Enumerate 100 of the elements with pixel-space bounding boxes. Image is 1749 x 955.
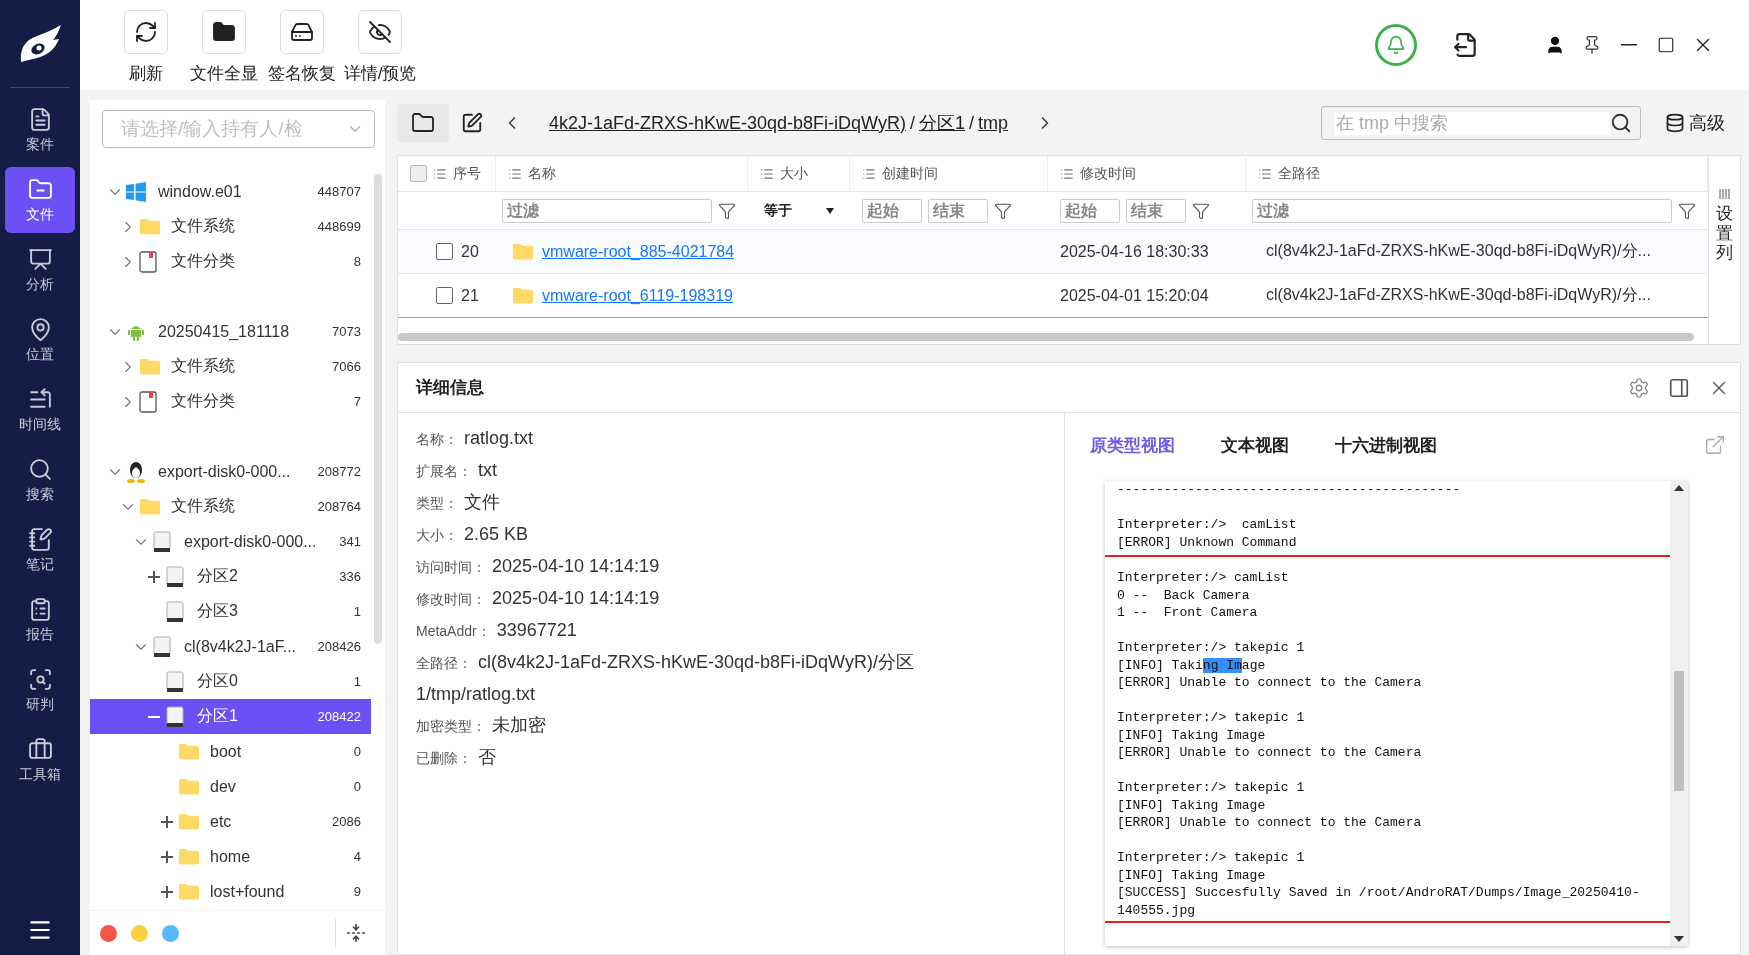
- folder-view-button[interactable]: [397, 104, 449, 142]
- view-tab[interactable]: 文本视图: [1221, 433, 1289, 457]
- drive-icon: [152, 530, 172, 553]
- tree-item[interactable]: dev 0: [90, 769, 371, 804]
- start-field[interactable]: 起始: [1060, 198, 1120, 223]
- tree-item[interactable]: 分区0 1: [90, 664, 371, 699]
- color-dot[interactable]: [162, 924, 179, 942]
- tree-item[interactable]: 20250415_181118 7073: [90, 314, 371, 349]
- filter-field[interactable]: 过滤: [502, 198, 712, 223]
- plus-icon[interactable]: [161, 850, 173, 863]
- nav-item[interactable]: 时间线: [5, 377, 75, 443]
- tree-item[interactable]: cl(8v4k2J-1aF... 208426: [90, 629, 371, 664]
- checkbox[interactable]: [436, 243, 453, 260]
- filter-icon[interactable]: [1678, 201, 1696, 220]
- nav-item[interactable]: 位置: [5, 307, 75, 373]
- tree-item[interactable]: lost+found 9: [90, 874, 371, 909]
- column-header[interactable]: 修改时间: [1048, 156, 1246, 191]
- color-dot[interactable]: [100, 924, 117, 942]
- checkbox[interactable]: [436, 287, 453, 304]
- log-line: Interpreter:/> takepic 1: [1117, 849, 1306, 867]
- tree-item[interactable]: export-disk0-000... 208772: [90, 454, 371, 489]
- item-count: 208764: [317, 499, 361, 514]
- column-header[interactable]: 名称: [496, 156, 748, 191]
- search-field[interactable]: 在 tmp 中搜索: [1321, 106, 1641, 140]
- toolbar-button[interactable]: [124, 10, 168, 54]
- nav-item[interactable]: 分析: [5, 237, 75, 303]
- scrollbar-thumb[interactable]: [1674, 671, 1684, 791]
- plus-icon[interactable]: [161, 815, 173, 828]
- nav-item[interactable]: 报告: [5, 587, 75, 653]
- minus-icon[interactable]: [148, 715, 160, 718]
- document-icon: [139, 250, 157, 273]
- toolbar-button[interactable]: [280, 10, 324, 54]
- item-count: 9: [353, 884, 361, 899]
- file-link[interactable]: vmware-root_885-4021784: [542, 242, 735, 261]
- scrollbar-track[interactable]: [1670, 481, 1688, 946]
- item-count: 7: [353, 394, 361, 409]
- nav-item[interactable]: 搜索: [5, 447, 75, 513]
- filter-icon[interactable]: [718, 201, 736, 220]
- log-line: [SUCCESS] Succesfully Saved in /root/AndroRAT/Dumps/Image_20250410-: [1117, 884, 1641, 902]
- drive-icon: [165, 600, 185, 623]
- tree-item[interactable]: 文件系统 448699: [90, 209, 371, 244]
- toolbar-button[interactable]: [202, 10, 246, 54]
- breadcrumb-link[interactable]: 4k2J-1aFd-ZRXS-hKwE-30qd-b8Fi-iDqWyR): [549, 112, 906, 134]
- filter-field[interactable]: 过滤: [1252, 198, 1672, 223]
- tree-item[interactable]: 文件分类 8: [90, 244, 371, 279]
- panel-toggle-icon[interactable]: [1668, 376, 1690, 399]
- nav-item[interactable]: 笔记: [5, 517, 75, 583]
- scroll-up-icon[interactable]: [1674, 485, 1684, 491]
- tree-item[interactable]: boot 0: [90, 734, 371, 769]
- tree-item[interactable]: 文件系统 7066: [90, 349, 371, 384]
- plus-icon[interactable]: [148, 570, 160, 583]
- tree-item[interactable]: 文件系统 208764: [90, 489, 371, 524]
- start-field[interactable]: 起始: [862, 198, 922, 223]
- tree-item[interactable]: export-disk0-000... 341: [90, 524, 371, 559]
- filter-icon[interactable]: [1192, 201, 1210, 220]
- column-header[interactable]: 序号: [398, 156, 496, 191]
- scroll-down-icon[interactable]: [1674, 936, 1684, 942]
- breadcrumb-link[interactable]: tmp: [978, 112, 1008, 134]
- item-count: 2086: [332, 814, 361, 829]
- nav-item[interactable]: 工具箱: [5, 727, 75, 793]
- column-settings-button[interactable]: 设置列: [1708, 156, 1740, 344]
- tree-item[interactable]: 文件分类 7: [90, 384, 371, 419]
- column-header[interactable]: 创建时间: [850, 156, 1048, 191]
- column-header[interactable]: 全路径: [1246, 156, 1708, 191]
- tree-item[interactable]: 分区3 1: [90, 594, 371, 629]
- tree-item[interactable]: 分区1 208422: [90, 699, 371, 734]
- settings-icon[interactable]: [1628, 376, 1650, 399]
- tree-item[interactable]: etc 2086: [90, 804, 371, 839]
- toolbar-button[interactable]: [358, 10, 402, 54]
- toolbar-label: 文件全显: [190, 63, 258, 85]
- tree-item[interactable]: home 4: [90, 839, 371, 874]
- breadcrumb-link[interactable]: 分区1: [918, 111, 965, 135]
- drive-icon: [290, 20, 314, 44]
- filter-select[interactable]: 等于: [756, 201, 838, 220]
- end-field[interactable]: 结束: [1126, 198, 1186, 223]
- tree-item[interactable]: window.e01 448707: [90, 174, 371, 209]
- advanced-search-button[interactable]: 高级: [1659, 110, 1731, 136]
- filter-icon[interactable]: [994, 201, 1012, 220]
- scrollbar[interactable]: [374, 174, 382, 644]
- notification-button[interactable]: [1375, 24, 1417, 66]
- tree-item-label: cl(8v4k2J-1aF...: [184, 637, 298, 656]
- drive-icon: [165, 670, 185, 693]
- nav-item[interactable]: 研判: [5, 657, 75, 723]
- nav-item[interactable]: 案件: [5, 97, 75, 163]
- plus-icon[interactable]: [161, 885, 173, 898]
- view-tab[interactable]: 十六进制视图: [1335, 433, 1437, 457]
- checkbox[interactable]: [410, 165, 427, 182]
- tree-item[interactable]: 分区2 336: [90, 559, 371, 594]
- item-count: 448707: [317, 184, 361, 199]
- item-count: 448699: [317, 219, 361, 234]
- column-header[interactable]: 大小: [748, 156, 850, 191]
- view-tab[interactable]: 原类型视图: [1090, 433, 1175, 457]
- scrollbar[interactable]: [398, 333, 1694, 341]
- color-dot[interactable]: [131, 924, 148, 942]
- list-icon: [1258, 166, 1272, 181]
- item-count: 4: [353, 849, 361, 864]
- nav-item[interactable]: 文件: [5, 167, 75, 233]
- end-field[interactable]: 结束: [928, 198, 988, 223]
- file-link[interactable]: vmware-root_6119-198319: [542, 286, 733, 305]
- folder-icon: [178, 847, 200, 866]
